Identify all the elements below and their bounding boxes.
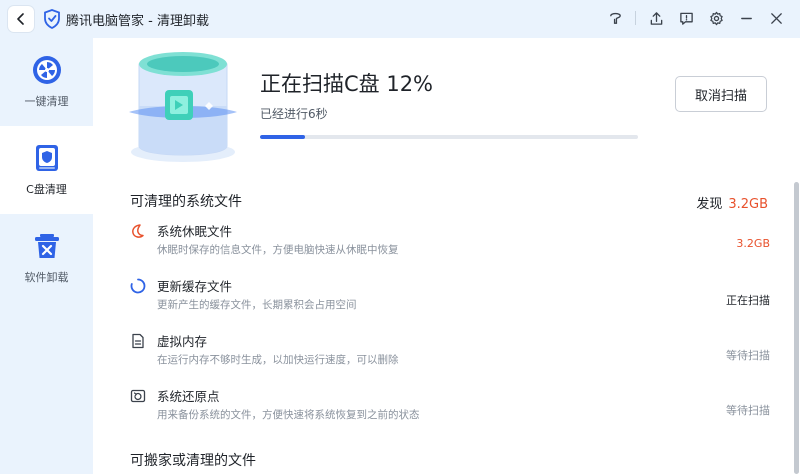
item-description: 在运行内存不够时生成，以加快运行速度，可以删除 xyxy=(157,354,399,366)
toolbar-divider xyxy=(635,11,636,25)
main-panel: 正在扫描C盘 12% 已经进行6秒 取消扫描 可清理的系统文件 发现 3.2GB … xyxy=(93,38,800,474)
item-name: 系统还原点 xyxy=(157,389,220,404)
item-name: 虚拟内存 xyxy=(157,334,208,349)
message-icon xyxy=(679,12,693,25)
list-item[interactable]: 系统休眠文件 休眠时保存的信息文件，方便电脑快速从休眠中恢复 3.2GB xyxy=(130,221,770,271)
movable-section-title: 可搬家或清理的文件 xyxy=(130,453,256,469)
list-item[interactable]: 更新缓存文件 更新产生的缓存文件，长期累积会占用空间 正在扫描 xyxy=(130,276,770,326)
found-label: 发现 xyxy=(696,197,723,212)
c-drive-icon xyxy=(35,145,58,171)
settings-button[interactable] xyxy=(706,8,726,28)
scan-progress-bar xyxy=(260,135,638,139)
item-name: 更新缓存文件 xyxy=(157,279,233,294)
chevron-left-icon xyxy=(17,13,24,25)
scrollbar[interactable] xyxy=(794,182,799,474)
scan-title: 正在扫描C盘 12% xyxy=(260,72,434,96)
feedback-button[interactable] xyxy=(676,8,696,28)
sidebar-item-label: C盘清理 xyxy=(26,183,67,196)
trash-icon xyxy=(34,234,59,258)
item-status: 3.2GB xyxy=(736,237,770,250)
shield-icon xyxy=(44,9,60,29)
sidebar-item-label: 一键清理 xyxy=(24,95,69,108)
item-description: 用来备份系统的文件，方便快速将系统恢复到之前的状态 xyxy=(157,409,420,421)
upload-button[interactable] xyxy=(646,8,666,28)
minimize-button[interactable] xyxy=(736,8,756,28)
found-size: 3.2GB xyxy=(728,197,768,212)
list-item[interactable]: 系统还原点 用来备份系统的文件，方便快速将系统恢复到之前的状态 等待扫描 xyxy=(130,386,770,436)
close-button[interactable] xyxy=(766,8,786,28)
skin-icon xyxy=(609,12,621,24)
sidebar-item-one-click-clean[interactable]: 一键清理 xyxy=(0,38,93,126)
sidebar: 一键清理 C盘清理 软件卸载 xyxy=(0,38,93,474)
theme-button[interactable] xyxy=(605,8,625,28)
window-title: 腾讯电脑管家 - 清理卸载 xyxy=(66,14,209,29)
minimize-icon xyxy=(740,17,752,19)
fan-icon xyxy=(32,56,61,84)
gear-icon xyxy=(709,11,723,25)
back-button[interactable] xyxy=(8,6,34,32)
item-status: 等待扫描 xyxy=(726,349,770,362)
found-summary: 发现 3.2GB xyxy=(696,193,768,212)
item-description: 更新产生的缓存文件，长期累积会占用空间 xyxy=(157,299,357,311)
cancel-scan-button[interactable]: 取消扫描 xyxy=(675,76,767,112)
list-item[interactable]: 虚拟内存 在运行内存不够时生成，以加快运行速度，可以删除 等待扫描 xyxy=(130,331,770,381)
scan-progress-fill xyxy=(260,135,306,139)
item-status: 等待扫描 xyxy=(726,404,770,417)
disk-illustration xyxy=(129,52,237,162)
sidebar-item-c-drive-clean[interactable]: C盘清理 xyxy=(0,126,93,214)
restore-point-icon xyxy=(130,389,146,403)
sidebar-item-label: 软件卸载 xyxy=(24,271,69,284)
upload-icon xyxy=(650,11,662,25)
item-status: 正在扫描 xyxy=(726,294,770,307)
memory-icon xyxy=(132,333,144,349)
item-description: 休眠时保存的信息文件，方便电脑快速从休眠中恢复 xyxy=(157,244,399,256)
title-bar: 腾讯电脑管家 - 清理卸载 xyxy=(0,0,800,38)
cleanable-section-title: 可清理的系统文件 xyxy=(130,194,242,210)
window-controls xyxy=(595,8,786,28)
item-name: 系统休眠文件 xyxy=(157,224,233,239)
moon-icon xyxy=(132,224,144,238)
scan-elapsed: 已经进行6秒 xyxy=(260,107,328,121)
sidebar-item-uninstall[interactable]: 软件卸载 xyxy=(0,214,93,302)
loading-spinner-icon xyxy=(130,278,146,294)
close-icon xyxy=(770,12,782,24)
